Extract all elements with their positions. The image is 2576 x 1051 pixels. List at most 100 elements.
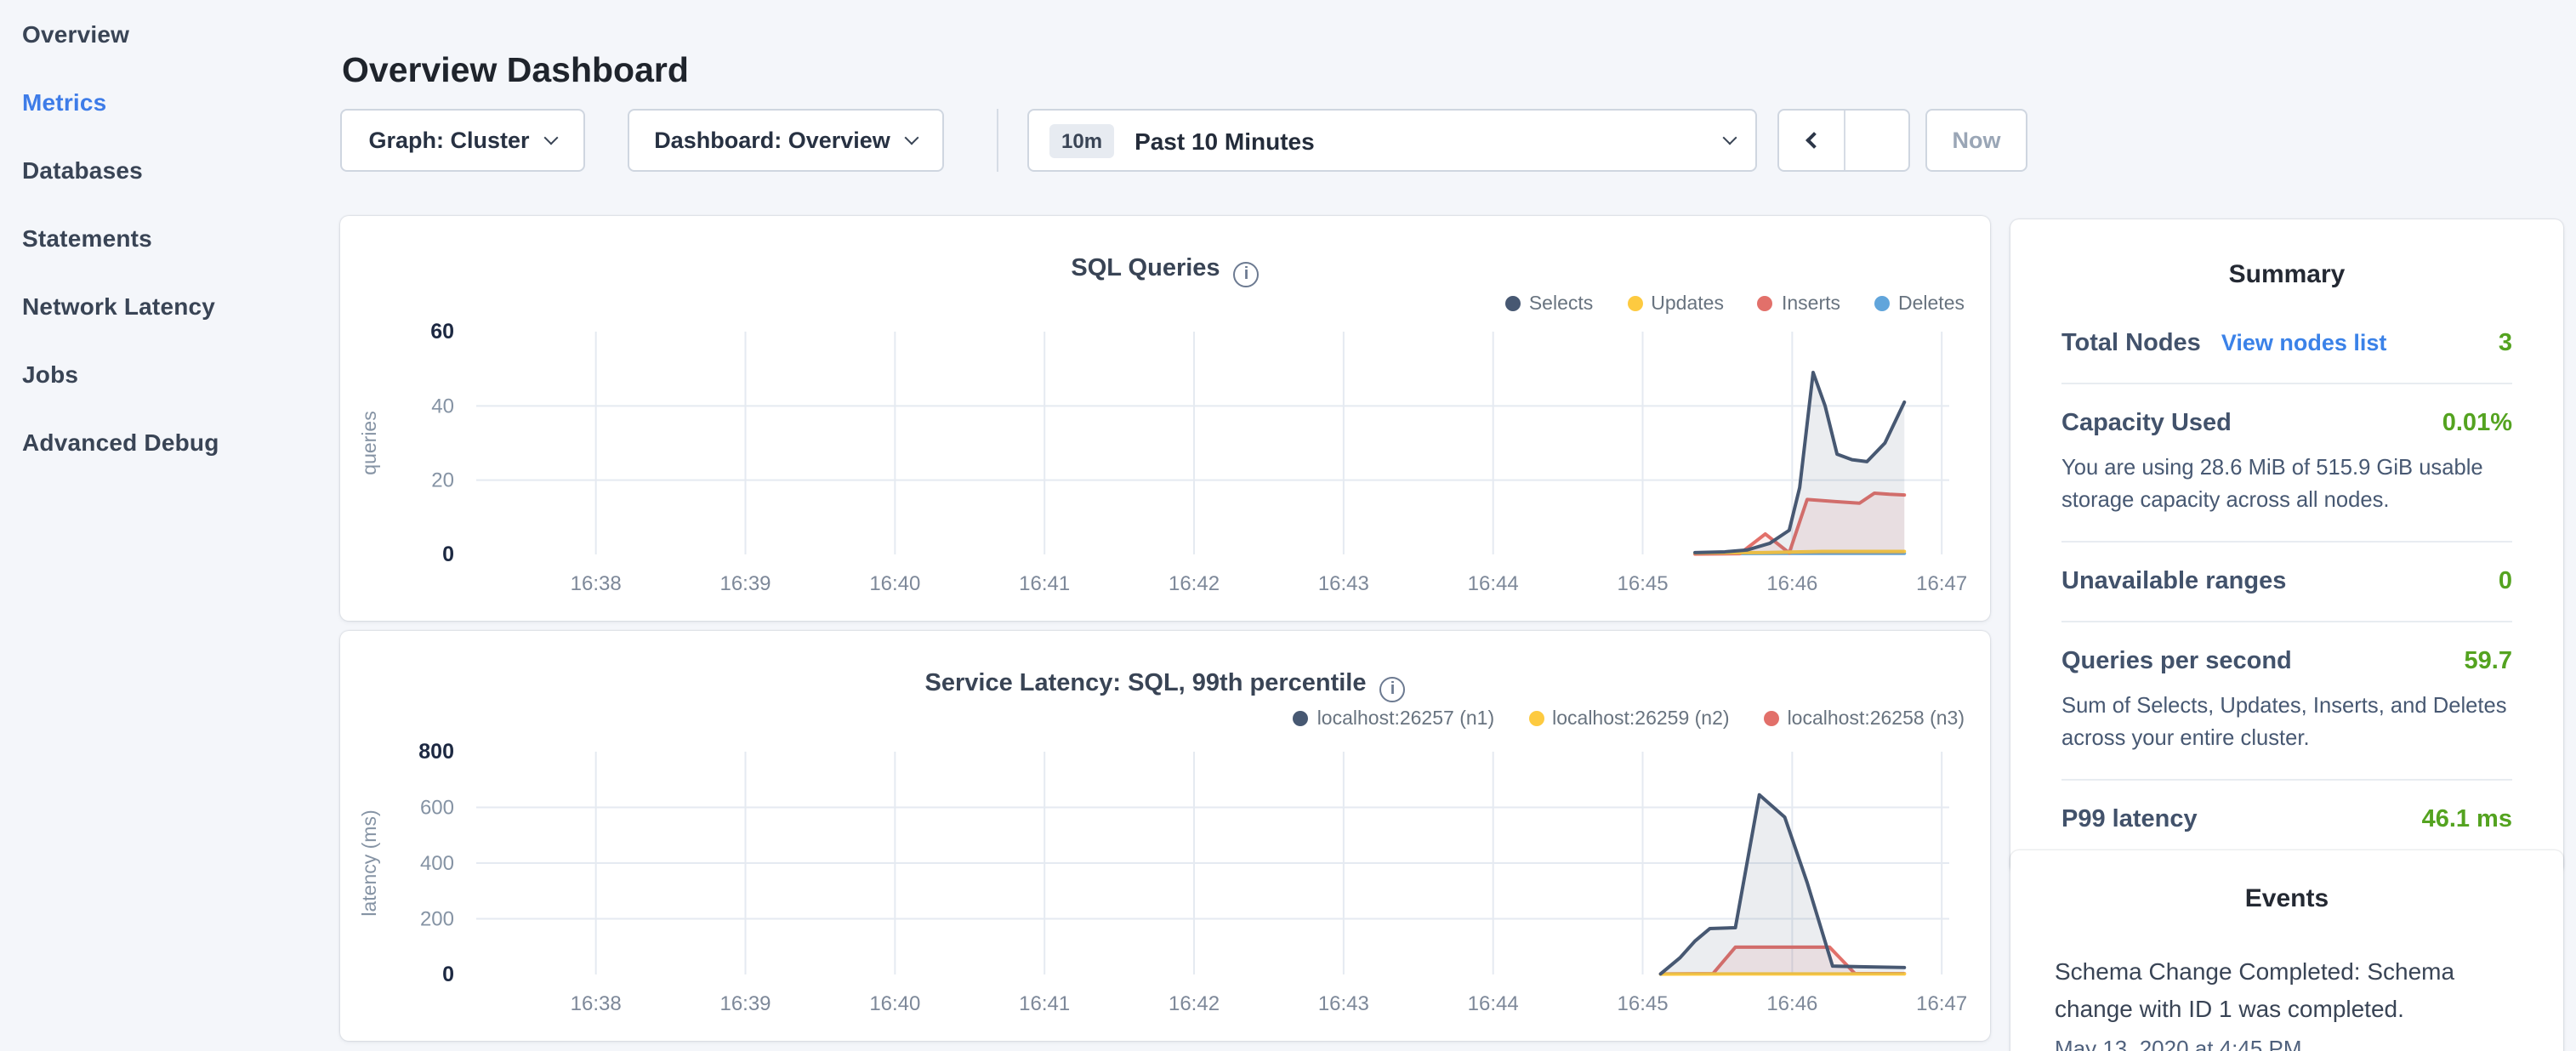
arrow-left-icon	[1805, 132, 1823, 149]
svg-text:16:38: 16:38	[571, 572, 622, 595]
legend-label: localhost:26257 (n1)	[1317, 708, 1494, 729]
time-back-button[interactable]	[1779, 111, 1844, 170]
svg-text:16:40: 16:40	[869, 572, 920, 595]
svg-text:16:41: 16:41	[1019, 991, 1070, 1014]
sidebar-item-network-latency[interactable]: Network Latency	[22, 272, 311, 340]
summary-row-unavailable-ranges: Unavailable ranges 0	[2061, 568, 2512, 595]
app-root: OverviewMetricsDatabasesStatementsNetwor…	[0, 0, 2576, 1051]
svg-text:20: 20	[431, 469, 454, 492]
svg-text:16:43: 16:43	[1318, 991, 1369, 1014]
chevron-down-icon	[905, 131, 919, 145]
controls-bar: Graph: Cluster Dashboard: Overview 10m P…	[340, 109, 1990, 172]
svg-text:queries: queries	[358, 411, 380, 474]
svg-text:16:43: 16:43	[1318, 572, 1369, 595]
svg-text:600: 600	[420, 796, 454, 819]
event-list-item[interactable]: Schema Change Completed: Schema change w…	[2055, 954, 2519, 1051]
svg-text:60: 60	[430, 320, 454, 344]
legend-label: localhost:26259 (n2)	[1552, 708, 1729, 729]
svg-text:200: 200	[420, 907, 454, 930]
sidebar-item-databases[interactable]: Databases	[22, 136, 311, 204]
qps-value: 59.7	[2465, 648, 2512, 675]
svg-text:16:44: 16:44	[1468, 991, 1519, 1014]
time-forward-button[interactable]	[1844, 111, 1908, 170]
sql-queries-chart[interactable]: 020406016:3816:3916:4016:4116:4216:4316:…	[349, 321, 1982, 614]
legend-label: Inserts	[1782, 293, 1840, 314]
chart-title-text: SQL Queries	[1071, 254, 1220, 281]
page-title: Overview Dashboard	[342, 50, 689, 91]
svg-text:16:39: 16:39	[719, 991, 771, 1014]
legend-item[interactable]: Selects	[1505, 293, 1593, 314]
time-range-dropdown[interactable]: 10m Past 10 Minutes	[1027, 109, 1757, 172]
divider	[2061, 541, 2512, 543]
sidebar-item-jobs[interactable]: Jobs	[22, 340, 311, 408]
unavailable-ranges-label: Unavailable ranges	[2061, 568, 2286, 595]
events-title: Events	[2055, 884, 2519, 913]
svg-text:16:42: 16:42	[1169, 572, 1220, 595]
service-latency-chart[interactable]: 020040060080016:3816:3916:4016:4116:4216…	[349, 741, 1982, 1033]
now-button[interactable]: Now	[1925, 109, 2027, 172]
legend-label: Selects	[1529, 293, 1593, 314]
svg-text:40: 40	[431, 395, 454, 418]
view-nodes-list-link[interactable]: View nodes list	[2221, 330, 2387, 355]
svg-text:0: 0	[442, 962, 454, 986]
legend-dot-icon	[1764, 711, 1779, 726]
summary-row-qps: Queries per second 59.7	[2061, 648, 2512, 675]
chevron-down-icon	[544, 131, 559, 145]
graph-scope-label: Graph: Cluster	[368, 128, 529, 153]
controls-divider	[997, 109, 998, 172]
svg-text:latency (ms): latency (ms)	[358, 809, 380, 915]
svg-text:400: 400	[420, 851, 454, 874]
legend-item[interactable]: localhost:26258 (n3)	[1764, 708, 1965, 729]
chart-title: Service Latency: SQL, 99th percentile i	[340, 669, 1990, 702]
svg-text:16:40: 16:40	[869, 991, 920, 1014]
svg-text:16:39: 16:39	[719, 572, 771, 595]
sidebar-item-statements[interactable]: Statements	[22, 204, 311, 272]
dashboard-label: Dashboard: Overview	[654, 128, 890, 153]
legend-item[interactable]: Updates	[1627, 293, 1724, 314]
total-nodes-label: Total Nodes	[2061, 330, 2201, 357]
p99-latency-value: 46.1 ms	[2422, 806, 2512, 833]
legend-item[interactable]: Inserts	[1758, 293, 1840, 314]
sidebar-item-metrics[interactable]: Metrics	[22, 68, 311, 136]
legend-dot-icon	[1528, 711, 1544, 726]
event-text: Schema Change Completed: Schema change w…	[2055, 954, 2519, 1028]
chart-legend: localhost:26257 (n1) localhost:26259 (n2)…	[1294, 708, 1965, 729]
events-panel: Events Schema Change Completed: Schema c…	[2010, 850, 2563, 1051]
svg-text:16:45: 16:45	[1618, 572, 1669, 595]
total-nodes-value: 3	[2499, 330, 2512, 357]
legend-item[interactable]: localhost:26259 (n2)	[1528, 708, 1729, 729]
summary-title: Summary	[2061, 260, 2512, 289]
legend-label: Deletes	[1898, 293, 1965, 314]
sidebar-nav: OverviewMetricsDatabasesStatementsNetwor…	[22, 0, 311, 476]
sidebar-item-overview[interactable]: Overview	[22, 0, 311, 68]
svg-text:16:47: 16:47	[1916, 572, 1967, 595]
svg-text:16:46: 16:46	[1766, 991, 1817, 1014]
legend-label: Updates	[1651, 293, 1724, 314]
svg-text:16:46: 16:46	[1766, 572, 1817, 595]
unavailable-ranges-value: 0	[2499, 568, 2512, 595]
svg-text:0: 0	[442, 543, 454, 566]
svg-text:16:38: 16:38	[571, 991, 622, 1014]
dashboard-dropdown[interactable]: Dashboard: Overview	[628, 109, 944, 172]
legend-dot-icon	[1505, 296, 1521, 311]
capacity-used-value: 0.01%	[2442, 410, 2512, 437]
svg-text:16:47: 16:47	[1916, 991, 1967, 1014]
info-icon[interactable]: i	[1234, 261, 1260, 287]
service-latency-chart-card: Service Latency: SQL, 99th percentile i l…	[340, 630, 1990, 1040]
info-icon[interactable]: i	[1380, 676, 1406, 702]
sql-queries-chart-card: SQL Queries i Selects Updates Inserts Delete…	[340, 215, 1990, 620]
sidebar-item-advanced-debug[interactable]: Advanced Debug	[22, 408, 311, 476]
svg-text:800: 800	[418, 739, 454, 763]
capacity-used-label: Capacity Used	[2061, 410, 2232, 437]
legend-dot-icon	[1294, 711, 1309, 726]
legend-dot-icon	[1874, 296, 1890, 311]
time-range-badge: 10m	[1049, 123, 1114, 157]
legend-item[interactable]: Deletes	[1874, 293, 1965, 314]
chevron-down-icon	[1723, 131, 1737, 145]
chart-title-text: Service Latency: SQL, 99th percentile	[925, 669, 1367, 696]
time-range-label: Past 10 Minutes	[1134, 127, 1315, 154]
qps-label: Queries per second	[2061, 648, 2292, 675]
graph-scope-dropdown[interactable]: Graph: Cluster	[340, 109, 585, 172]
legend-item[interactable]: localhost:26257 (n1)	[1294, 708, 1494, 729]
svg-text:16:45: 16:45	[1618, 991, 1669, 1014]
